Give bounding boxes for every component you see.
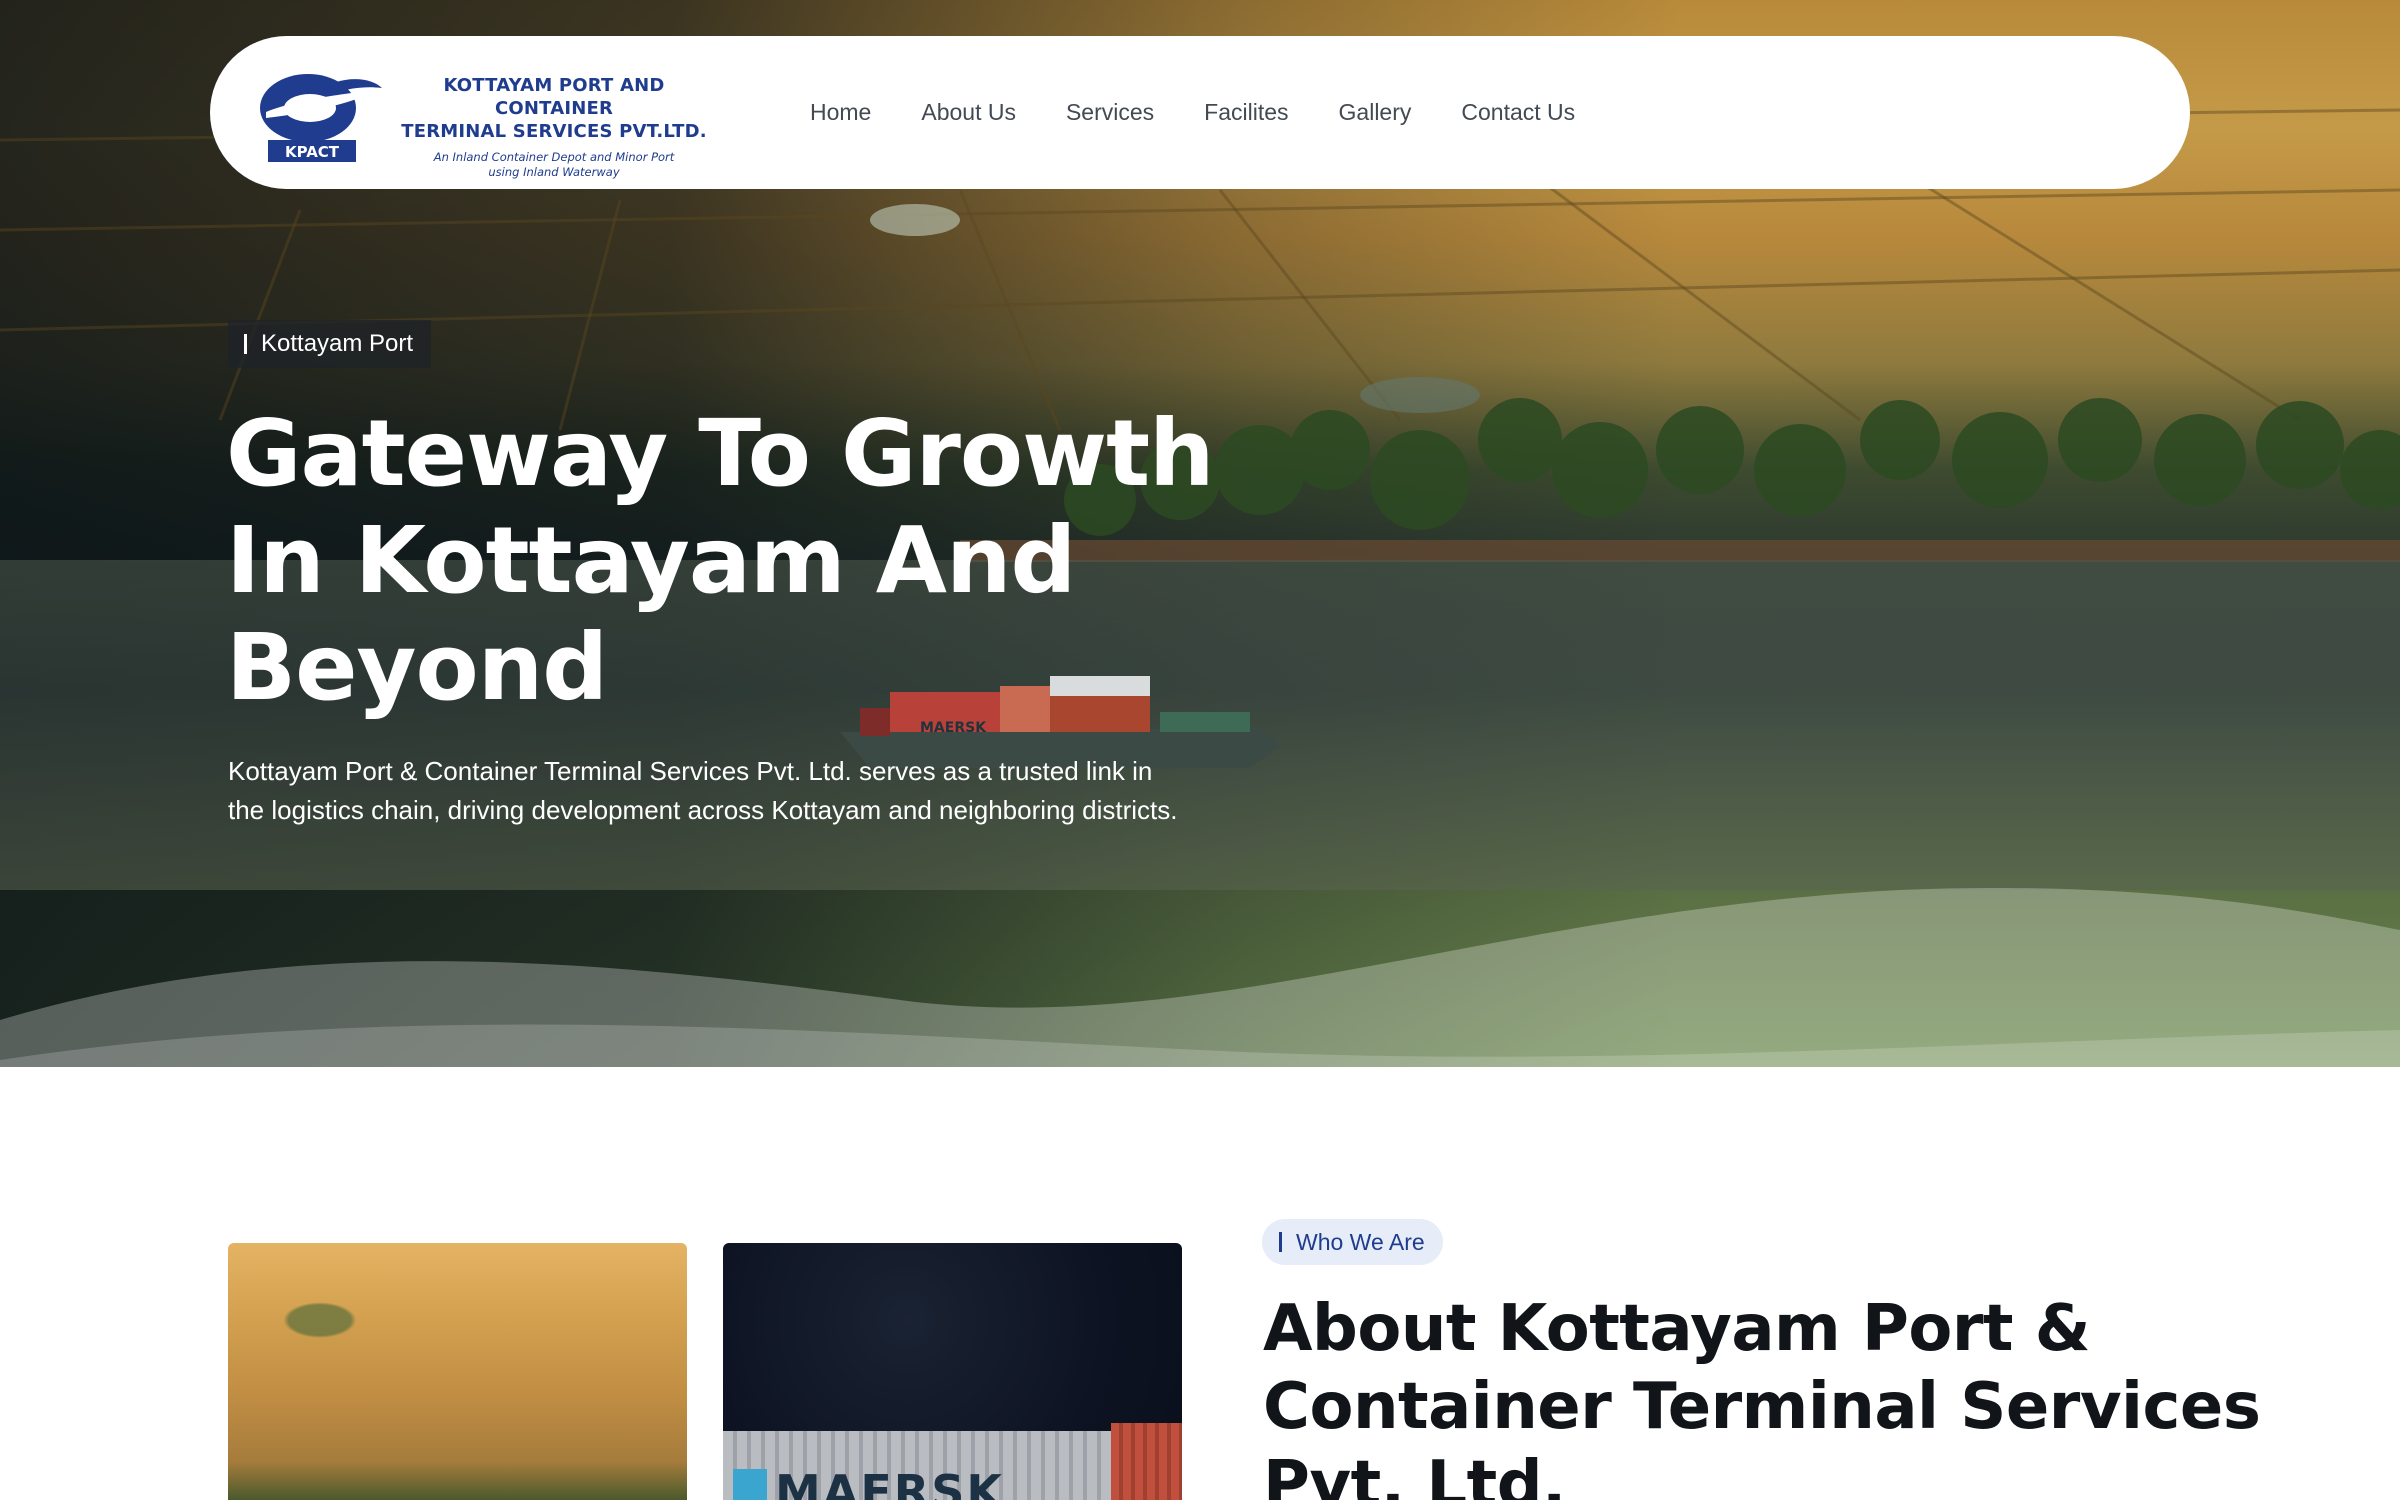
logo-subtitle-line1: An Inland Container Depot and Minor Port	[433, 150, 675, 164]
maersk-star-icon	[733, 1469, 767, 1500]
nav-gallery[interactable]: Gallery	[1339, 99, 1412, 126]
nav-services[interactable]: Services	[1066, 99, 1154, 126]
hero-section: MAERSK KPACT KOTTAYAM PORT AND CONTAINER…	[0, 0, 2400, 1067]
nav-facilities[interactable]: Facilites	[1204, 99, 1288, 126]
about-tag: Who We Are	[1262, 1219, 1443, 1265]
about-image-container: MAERSK	[723, 1243, 1182, 1500]
hero-title: Gateway To Growth In Kottayam And Beyond	[226, 400, 1215, 721]
logo-title: KOTTAYAM PORT AND CONTAINER TERMINAL SER…	[394, 74, 714, 143]
logo-subtitle-line2: using Inland Waterway	[488, 165, 620, 179]
about-tag-label: Who We Are	[1296, 1228, 1425, 1255]
logo-title-line2: TERMINAL SERVICES PVT.LTD.	[401, 121, 707, 142]
nav-contact-us[interactable]: Contact Us	[1461, 99, 1575, 126]
hero-wave-decoration	[0, 888, 2400, 1067]
kpact-logo-icon: KPACT	[260, 74, 382, 162]
hero-description: Kottayam Port & Container Terminal Servi…	[228, 756, 1178, 825]
main-navbar: KPACT KOTTAYAM PORT AND CONTAINER TERMIN…	[210, 36, 2190, 189]
about-title: About Kottayam Port & Container Terminal…	[1263, 1292, 2261, 1500]
ship-label: MAERSK	[920, 720, 987, 736]
company-logo[interactable]: KPACT KOTTAYAM PORT AND CONTAINER TERMIN…	[246, 62, 707, 179]
logo-subtitle: An Inland Container Depot and Minor Port…	[414, 150, 694, 180]
about-image-fields	[228, 1243, 687, 1500]
nav-home[interactable]: Home	[810, 99, 871, 126]
logo-badge-text: KPACT	[285, 143, 340, 161]
tag-bar-icon	[244, 334, 247, 354]
hero-tag: Kottayam Port	[228, 320, 432, 368]
nav-links: Home About Us Services Facilites Gallery…	[810, 36, 1625, 189]
tag-bar-icon	[1279, 1232, 1282, 1252]
hero-tag-label: Kottayam Port	[261, 330, 414, 357]
container-label: MAERSK	[775, 1465, 1004, 1500]
container-red-illustration	[1111, 1423, 1182, 1500]
logo-title-line1: KOTTAYAM PORT AND CONTAINER	[443, 75, 665, 119]
nav-about-us[interactable]: About Us	[921, 99, 1016, 126]
